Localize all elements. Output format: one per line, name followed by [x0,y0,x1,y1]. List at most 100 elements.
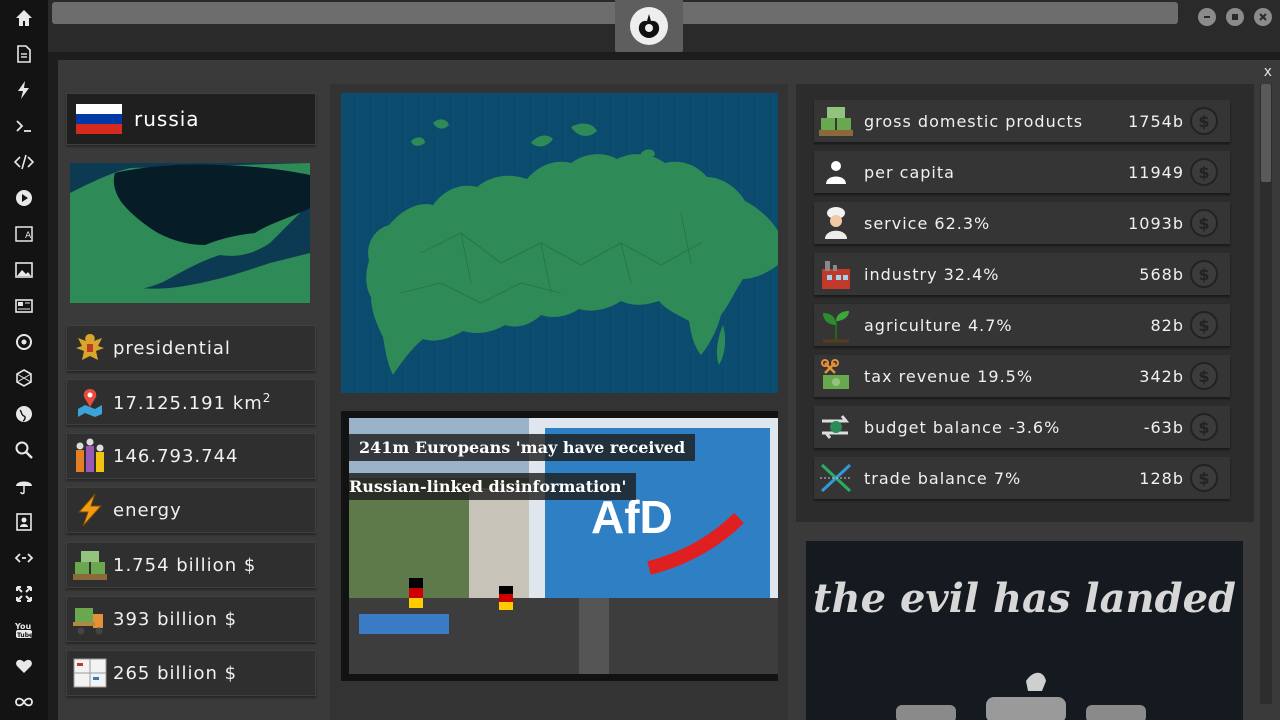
factory-icon [814,253,858,295]
svg-text:Tube: Tube [17,632,33,639]
terminal-icon[interactable] [12,114,36,138]
dollar-icon[interactable]: $ [1190,158,1218,186]
dollar-icon[interactable]: $ [1190,311,1218,339]
boxes-icon [67,650,113,696]
economy-row-value: 568b [1139,264,1184,284]
economy-row[interactable]: service 62.3% 1093b $ [814,202,1230,244]
economy-row-label: tax revenue 19.5% [864,366,1034,386]
dollar-icon[interactable]: $ [1190,413,1218,441]
search-icon[interactable] [12,438,36,462]
economy-row-label: budget balance -3.6% [864,417,1061,437]
forklift-money-icon [67,596,113,642]
gdp-value: 1.754 billion $ [113,554,257,576]
news-headline-line1[interactable]: 241m Europeans 'may have received [349,434,696,461]
economy-row[interactable]: budget balance -3.6% -63b $ [814,406,1230,448]
infinity-icon[interactable] [12,690,36,714]
scrollbar-thumb[interactable] [1261,84,1271,182]
svg-text:A: A [25,231,32,241]
economy-row-label: industry 32.4% [864,264,1000,284]
resource-value: energy [113,499,182,521]
plant-icon [814,304,858,346]
news-photo[interactable]: AfD 241m Europeans 'may have received Ru… [349,418,778,674]
economy-row-label: gross domestic products [864,111,1084,131]
economy-row-label: trade balance 7% [864,468,1022,488]
resource-card[interactable]: energy [66,487,316,533]
polygon-icon[interactable] [12,366,36,390]
country-panel: x russia presidential 17.125.191 km2 146… [58,60,1280,720]
heart-icon[interactable] [12,654,36,678]
economy-row[interactable]: gross domestic products 1754b $ [814,100,1230,142]
chef-icon [814,202,858,244]
document-icon[interactable] [12,42,36,66]
link-icon[interactable] [12,546,36,570]
economy-row[interactable]: industry 32.4% 568b $ [814,253,1230,295]
money-pallet-icon [67,542,113,588]
close-window-button[interactable] [1254,8,1272,26]
dollar-icon[interactable]: $ [1190,260,1218,288]
balance-arrows-icon [814,406,858,448]
gdp-card[interactable]: 1.754 billion $ [66,542,316,588]
left-icon-sidebar: A You Tube [0,0,48,720]
economy-row-label: per capita [864,162,955,182]
top-bar [48,0,1280,52]
contact-icon[interactable] [12,510,36,534]
money-pallet-icon [814,100,858,142]
minimize-button[interactable] [1198,8,1216,26]
government-type: presidential [113,337,231,359]
tax-icon [814,355,858,397]
government-card[interactable]: presidential [66,325,316,371]
trade-cross-icon [814,457,858,499]
news-card[interactable]: AfD 241m Europeans 'may have received Ru… [341,411,778,681]
value-card-2[interactable]: 393 billion $ [66,596,316,642]
area-unit-exponent: 2 [262,390,272,405]
translate-icon[interactable]: A [12,222,36,246]
expand-icon[interactable] [12,582,36,606]
rebel-alliance-icon [630,7,668,45]
economy-row-value: -63b [1143,417,1184,437]
energy-bolt-icon [67,487,113,533]
globe-icon[interactable] [12,402,36,426]
scrollbar[interactable] [1260,84,1272,704]
lightning-icon[interactable] [12,78,36,102]
economy-row-value: 11949 [1128,162,1184,182]
economy-row[interactable]: trade balance 7% 128b $ [814,457,1230,499]
newspaper-icon[interactable] [12,294,36,318]
play-icon[interactable] [12,186,36,210]
population-card[interactable]: 146.793.744 [66,433,316,479]
country-map[interactable] [341,93,778,393]
economy-row[interactable]: agriculture 4.7% 82b $ [814,304,1230,346]
umbrella-icon[interactable] [12,474,36,498]
home-icon[interactable] [12,6,36,30]
economy-row-label: service 62.3% [864,213,991,233]
dollar-icon[interactable]: $ [1190,209,1218,237]
person-icon [814,151,858,193]
locator-map[interactable] [70,163,310,303]
dollar-icon[interactable]: $ [1190,362,1218,390]
population-icon [67,433,113,479]
value-card-3[interactable]: 265 billion $ [66,650,316,696]
cog-icon[interactable] [12,330,36,354]
economy-row-value: 1093b [1128,213,1184,233]
area-card[interactable]: 17.125.191 km2 [66,379,316,425]
dollar-icon[interactable]: $ [1190,464,1218,492]
code-icon[interactable] [12,150,36,174]
flag-icon [76,104,122,134]
value-2: 393 billion $ [113,608,238,630]
economy-row[interactable]: per capita 11949 $ [814,151,1230,193]
close-panel-button[interactable]: x [1264,64,1272,80]
population-value: 146.793.744 [113,445,239,467]
promo-poster[interactable]: the evil has landed [806,541,1243,720]
economy-row[interactable]: tax revenue 19.5% 342b $ [814,355,1230,397]
coat-of-arms-icon [67,325,113,371]
maximize-button[interactable] [1226,8,1244,26]
economy-row-value: 1754b [1128,111,1184,131]
rebel-emblem-button[interactable] [615,0,683,52]
youtube-icon[interactable]: You Tube [12,618,36,642]
dollar-icon[interactable]: $ [1190,107,1218,135]
image-icon[interactable] [12,258,36,282]
news-headline-line2[interactable]: Russian-linked disinformation' [349,473,637,500]
economy-row-value: 342b [1139,366,1184,386]
economy-row-value: 82b [1150,315,1184,335]
economy-row-label: agriculture 4.7% [864,315,1013,335]
svg-text:You: You [14,622,32,631]
